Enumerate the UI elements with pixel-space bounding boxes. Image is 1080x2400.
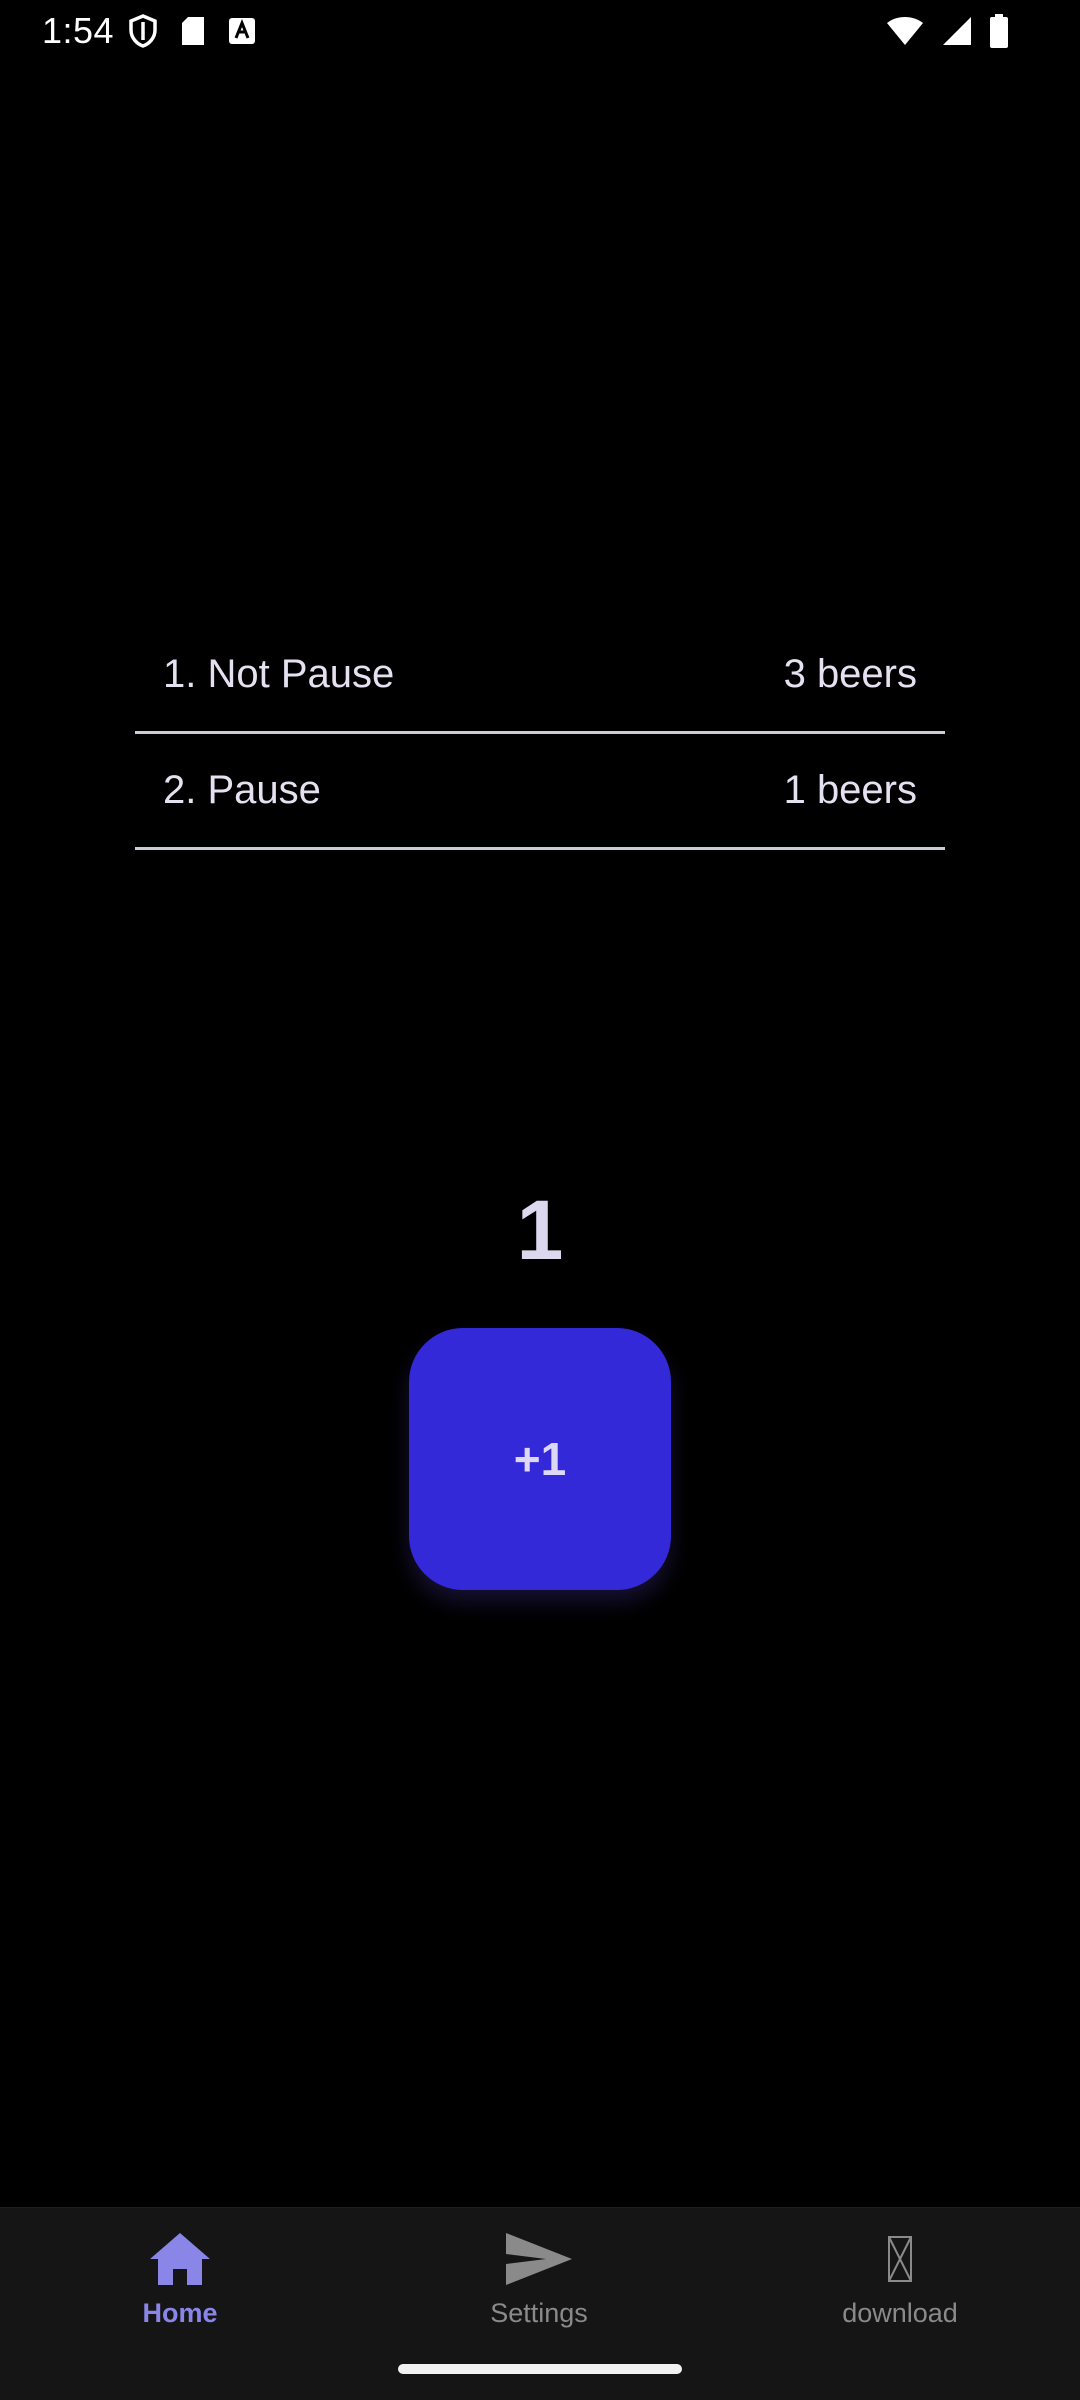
nav-label-download: download xyxy=(842,2298,958,2328)
shield-icon xyxy=(128,14,158,48)
font-a-icon xyxy=(228,17,256,45)
nav-label-home: Home xyxy=(142,2298,218,2328)
beer-counter: 1 xyxy=(516,1183,564,1277)
list-item-name: 2. Pause xyxy=(163,768,321,812)
add-one-button[interactable]: +1 xyxy=(409,1328,671,1590)
wifi-icon xyxy=(886,16,924,46)
sd-card-icon xyxy=(180,15,206,47)
nav-label-settings: Settings xyxy=(490,2298,588,2328)
missing-glyph-icon xyxy=(887,2235,913,2288)
list-item-count: 3 beers xyxy=(783,652,917,696)
list-item-name: 1. Not Pause xyxy=(163,652,395,696)
status-right-icons xyxy=(886,14,1008,48)
home-icon xyxy=(148,2231,212,2292)
signal-icon xyxy=(942,16,972,46)
list-item: 1. Not Pause 3 beers xyxy=(135,618,945,734)
status-left-icons xyxy=(128,14,256,48)
nav-item-download[interactable]: download xyxy=(780,2226,1020,2329)
send-icon xyxy=(504,2231,574,2292)
add-one-button-label: +1 xyxy=(513,1433,567,1485)
nav-item-home[interactable]: Home xyxy=(60,2226,300,2329)
gesture-navigation-bar[interactable] xyxy=(398,2364,682,2374)
battery-icon xyxy=(990,14,1008,48)
status-time: 1:54 xyxy=(42,10,115,51)
list-item-count: 1 beers xyxy=(783,768,917,812)
list-item: 2. Pause 1 beers xyxy=(135,734,945,850)
nav-item-settings[interactable]: Settings xyxy=(419,2226,659,2329)
screen: 1:54 1. Not Pause 3 beers 2. Pause 1 bee… xyxy=(0,0,1080,2400)
leaderboard-list: 1. Not Pause 3 beers 2. Pause 1 beers xyxy=(135,618,945,850)
status-bar: 1:54 xyxy=(0,0,1080,62)
